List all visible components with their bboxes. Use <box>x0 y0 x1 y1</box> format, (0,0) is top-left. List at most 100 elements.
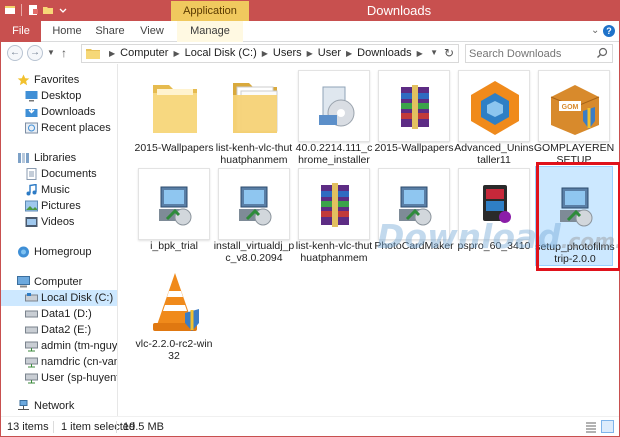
file-item[interactable]: list-kenh-vlc-thuthuatphanmem <box>215 70 293 166</box>
nav-label: Recent places <box>41 122 111 134</box>
tab-home[interactable]: Home <box>49 21 85 42</box>
properties-icon[interactable] <box>27 4 39 16</box>
file-name: 2015-Wallpapers <box>374 142 454 154</box>
customize-chevron-icon[interactable] <box>57 4 69 16</box>
address-bar[interactable]: ▶ Computer ▶ Local Disk (C:) ▶ Users ▶ User ▶ Dow… <box>81 44 459 63</box>
desktop-icon <box>25 91 38 102</box>
nav-computer[interactable]: Computer <box>1 274 117 290</box>
nav-label: Downloads <box>41 106 96 118</box>
status-bar: 13 items 1 item selected 19.5 MB <box>1 416 619 436</box>
music-icon <box>26 184 37 196</box>
file-item[interactable]: vlc-2.2.0-rc2-win32 <box>135 266 213 362</box>
nav-desktop[interactable]: Desktop <box>1 88 117 104</box>
nav-label: Favorites <box>34 74 80 86</box>
breadcrumb-item[interactable]: Downloads <box>357 47 411 59</box>
file-item[interactable]: i_bpk_trial <box>135 168 213 264</box>
breadcrumb-separator-icon[interactable]: ▶ <box>417 49 423 58</box>
breadcrumb-item[interactable]: Local Disk (C:) <box>185 47 257 59</box>
help-icon[interactable]: ? <box>603 25 615 37</box>
pictures-icon <box>25 200 38 212</box>
file-item[interactable]: 40.0.2214.111_chrome_installer <box>295 70 373 166</box>
breadcrumb-item[interactable]: User <box>318 47 341 59</box>
nav-libraries[interactable]: Libraries <box>1 150 117 166</box>
refresh-icon[interactable]: ↻ <box>444 46 454 60</box>
file-item[interactable]: 2015-Wallpapers <box>135 70 214 166</box>
tab-share[interactable]: Share <box>93 21 127 42</box>
folder-icon <box>138 70 210 142</box>
new-folder-icon[interactable] <box>42 4 54 16</box>
network-drive-icon <box>25 341 38 352</box>
file-item[interactable]: list-kenh-vlc-thuthuatphanmem <box>295 168 373 264</box>
breadcrumb-separator-icon[interactable]: ▶ <box>307 49 313 58</box>
file-name: vlc-2.2.0-rc2-win32 <box>135 338 213 362</box>
up-button[interactable]: ↑ <box>61 46 67 60</box>
network-drive-icon <box>25 357 38 368</box>
breadcrumb-item[interactable]: Users <box>273 47 302 59</box>
explorer-app-icon[interactable] <box>4 4 16 16</box>
gom-setup-icon: GOM <box>538 70 610 142</box>
nav-homegroup[interactable]: Homegroup <box>1 244 117 260</box>
homegroup-icon <box>18 246 29 258</box>
drive-icon <box>25 326 38 334</box>
nav-videos[interactable]: Videos <box>1 214 117 230</box>
breadcrumb-separator-icon[interactable]: ▶ <box>346 49 352 58</box>
vlc-icon <box>138 266 210 338</box>
item-count: 13 items <box>7 421 49 433</box>
forward-button[interactable]: → <box>27 45 43 61</box>
ribbon-tabs: File Home Share View Manage ⌄ ? <box>1 21 619 42</box>
address-row: ← → ▼ ↑ ▶ Computer ▶ Local Disk (C:) ▶ Users ▶… <box>1 42 619 64</box>
file-item[interactable]: GOM GOMPLAYERENSETUP <box>534 70 614 166</box>
setup-icon <box>138 168 210 240</box>
search-icon[interactable] <box>596 47 608 59</box>
expand-ribbon-chevron-icon[interactable]: ⌄ <box>591 26 601 36</box>
nav-favorites[interactable]: Favorites <box>1 72 117 88</box>
address-dropdown-chevron-icon[interactable]: ▼ <box>430 48 438 57</box>
nav-music[interactable]: Music <box>1 182 117 198</box>
breadcrumb: ▶ Computer ▶ Local Disk (C:) ▶ Users ▶ User ▶ Dow… <box>104 45 428 62</box>
nav-network-drive-user[interactable]: User (sp-huyentr <box>1 370 117 386</box>
file-name: list-kenh-vlc-thuthuatphanmem <box>295 240 373 264</box>
status-divider <box>53 421 54 433</box>
nav-data1-d[interactable]: Data1 (D:) <box>1 306 117 322</box>
navigation-pane: Favorites Desktop Downloads Recent place… <box>1 64 118 416</box>
quick-access-toolbar <box>4 4 69 16</box>
documents-icon <box>26 168 37 180</box>
nav-recent-places[interactable]: Recent places <box>1 120 117 136</box>
breadcrumb-item[interactable]: Computer <box>120 47 168 59</box>
recent-places-icon <box>25 122 38 134</box>
nav-network-drive-admin[interactable]: admin (tm-nguy <box>1 338 117 354</box>
nav-label: Documents <box>41 168 97 180</box>
breadcrumb-separator-icon[interactable]: ▶ <box>173 49 179 58</box>
downloads-icon <box>25 106 38 117</box>
nav-label: Local Disk (C:) <box>41 292 114 304</box>
nav-label: Data2 (E:) <box>41 324 92 336</box>
nav-local-disk-c[interactable]: Local Disk (C:) <box>1 290 117 306</box>
file-name: install_virtualdj_pc_v8.0.2094 <box>213 240 295 264</box>
recent-locations-chevron-icon[interactable]: ▼ <box>47 48 55 57</box>
tab-view[interactable]: View <box>135 21 169 42</box>
nav-data2-e[interactable]: Data2 (E:) <box>1 322 117 338</box>
selection-size: 19.5 MB <box>123 421 164 433</box>
nav-label: Libraries <box>34 152 77 164</box>
file-item[interactable]: install_virtualdj_pc_v8.0.2094 <box>213 168 295 264</box>
nav-network-drive-namdric[interactable]: namdric (cn-van <box>1 354 117 370</box>
breadcrumb-separator-icon[interactable]: ▶ <box>262 49 268 58</box>
file-item[interactable]: 2015-Wallpapers <box>374 70 454 166</box>
nav-label: Pictures <box>41 200 81 212</box>
nav-network[interactable]: Network <box>1 398 117 414</box>
nav-pictures[interactable]: Pictures <box>1 198 117 214</box>
tab-file[interactable]: File <box>1 21 41 42</box>
nav-documents[interactable]: Documents <box>1 166 117 182</box>
search-input[interactable] <box>469 46 591 61</box>
computer-icon <box>17 276 30 288</box>
details-view-icon[interactable] <box>585 421 597 433</box>
tab-manage[interactable]: Manage <box>177 21 243 42</box>
breadcrumb-separator-icon[interactable]: ▶ <box>109 49 115 58</box>
search-box[interactable] <box>465 44 613 63</box>
file-item[interactable]: Advanced_Uninstaller11 <box>454 70 534 166</box>
highlight-box <box>536 162 620 271</box>
large-icons-view-icon[interactable] <box>601 420 614 433</box>
nav-downloads[interactable]: Downloads <box>1 104 117 120</box>
title-bar: Application Tools Downloads <box>1 1 619 37</box>
back-button[interactable]: ← <box>7 45 23 61</box>
